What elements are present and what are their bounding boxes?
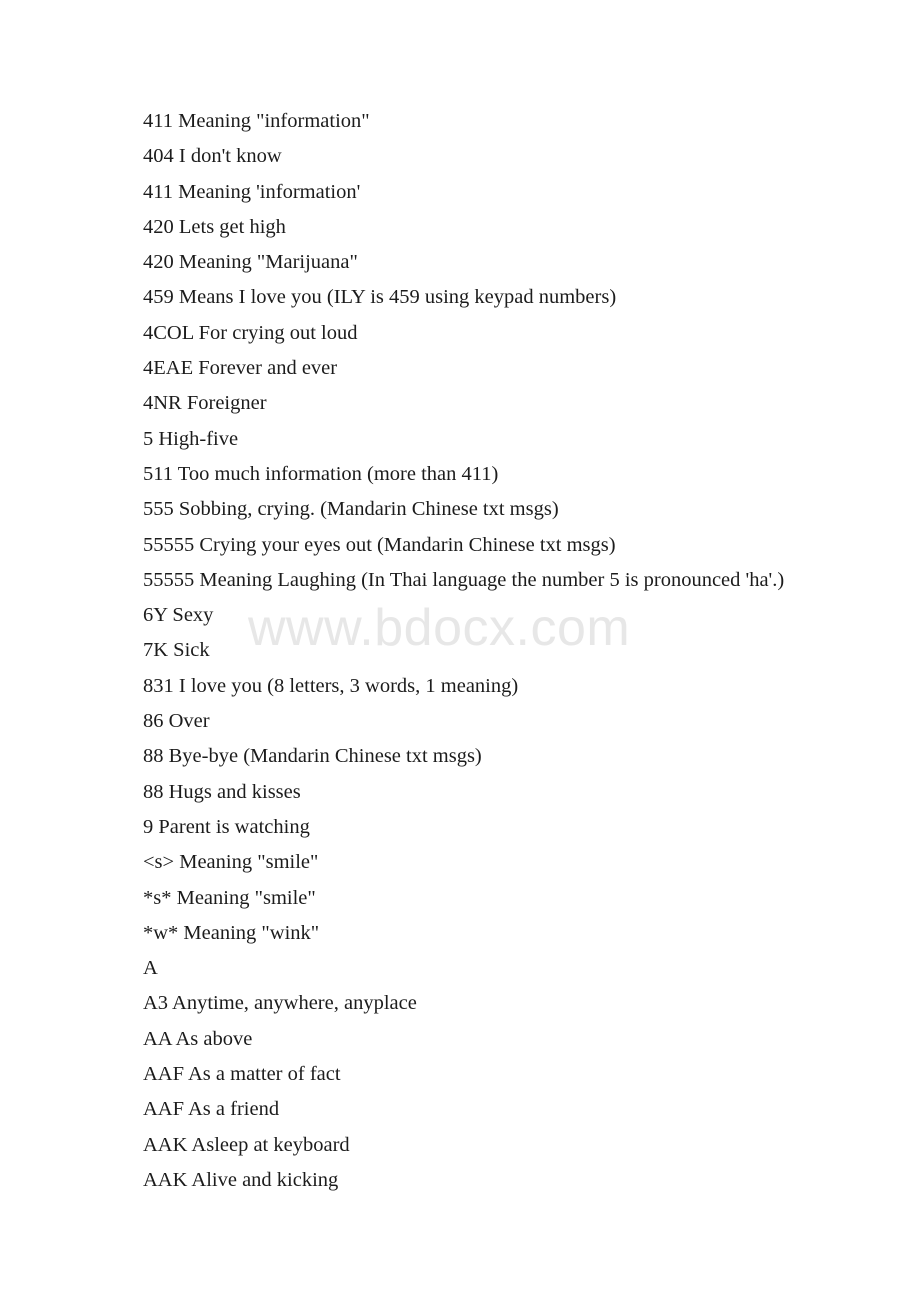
document-line: *w* Meaning "wink": [143, 921, 320, 944]
document-line: 420 Meaning "Marijuana": [143, 251, 358, 274]
document-line: AAF As a matter of fact: [143, 1063, 341, 1086]
document-line: 831 I love you (8 letters, 3 words, 1 me…: [143, 674, 519, 697]
document-line: 55555 Crying your eyes out (Mandarin Chi…: [143, 533, 616, 556]
document-line: *s* Meaning "smile": [143, 886, 316, 909]
document-line: 5 High-five: [143, 427, 239, 450]
document-line: 6Y Sexy: [143, 604, 214, 627]
document-line: 86 Over: [143, 710, 210, 733]
document-line: 555 Sobbing, crying. (Mandarin Chinese t…: [143, 498, 559, 521]
document-line: A3 Anytime, anywhere, anyplace: [143, 992, 417, 1015]
document-line: 9 Parent is watching: [143, 815, 310, 838]
document-line: 420 Lets get high: [143, 215, 286, 238]
document-line: 4COL For crying out loud: [143, 321, 358, 344]
document-line: 4NR Foreigner: [143, 392, 267, 415]
document-line: 404 I don't know: [143, 145, 282, 168]
document-line: 55555 Meaning Laughing (In Thai language…: [143, 568, 785, 591]
document-line: 88 Hugs and kisses: [143, 780, 301, 803]
document-line: A: [143, 957, 158, 980]
document-line: 411 Meaning "information": [143, 110, 370, 132]
document-line: 88 Bye-bye (Mandarin Chinese txt msgs): [143, 745, 482, 768]
document-line: 459 Means I love you (ILY is 459 using k…: [143, 286, 617, 309]
document-line: AAF As a friend: [143, 1098, 280, 1121]
document-line: AAK Alive and kicking: [143, 1168, 339, 1191]
document-line: 511 Too much information (more than 411): [143, 462, 499, 485]
document-line: 4EAE Forever and ever: [143, 357, 338, 380]
document-line: <s> Meaning "smile": [143, 851, 319, 874]
document-body: 411 Meaning "information" 404 I don't kno…: [143, 104, 880, 1198]
document-line: AA As above: [143, 1027, 253, 1050]
document-line: 7K Sick: [143, 639, 210, 662]
document-page: www.bdocx.com 411 Meaning "information" 4…: [0, 0, 920, 1302]
document-line: AAK Asleep at keyboard: [143, 1133, 350, 1156]
document-line: 411 Meaning 'information': [143, 180, 361, 203]
